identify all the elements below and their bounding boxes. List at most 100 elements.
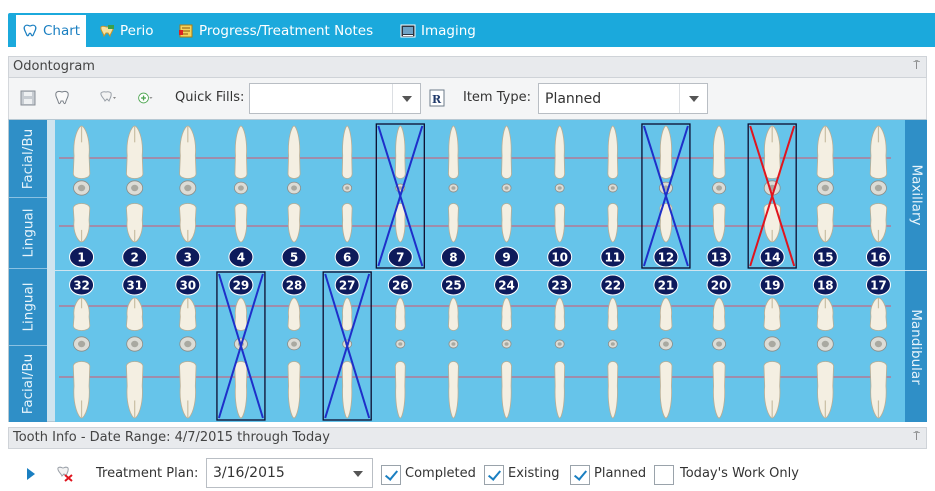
tooth-lower-31[interactable]: 31 — [122, 274, 148, 419]
completed-checkbox[interactable] — [381, 465, 401, 485]
tooth-shape — [554, 203, 566, 243]
occlusal-groove — [874, 184, 883, 192]
tooth-upper-15[interactable]: 15 — [812, 125, 838, 268]
tooth-shape — [234, 361, 248, 419]
tab-perio-label: Perio — [120, 23, 154, 39]
tooth-upper-4[interactable]: 4 — [228, 125, 254, 268]
tooth-number-label: 18 — [817, 279, 834, 293]
tooth-upper-3[interactable]: 3 — [175, 125, 201, 268]
tooth-lower-18[interactable]: 18 — [812, 274, 838, 419]
rx-icon[interactable]: R — [429, 89, 445, 107]
tooth-lower-21[interactable]: 21 — [653, 274, 679, 419]
item-type-select[interactable]: Planned — [538, 83, 708, 114]
occlusal-groove — [291, 185, 297, 191]
tooth-lower-27[interactable]: 27 — [322, 271, 372, 421]
tooth-shape — [501, 203, 512, 243]
side-label-upper-facial[interactable]: Facial/Bu — [9, 120, 47, 197]
tooth-shape — [234, 297, 248, 331]
tooth-number-label: 11 — [604, 251, 621, 265]
tooth-lower-22[interactable]: 22 — [600, 274, 626, 419]
pin-icon[interactable]: ⍑ — [913, 427, 920, 447]
tooth-shape — [448, 203, 459, 243]
occlusal-groove — [610, 342, 615, 346]
tooth-number-label: 20 — [711, 279, 728, 293]
tooth-lower-19[interactable]: 19 — [759, 274, 785, 419]
occlusal-groove — [557, 342, 562, 346]
occlusal-groove — [663, 341, 669, 347]
tooth-upper-7[interactable]: 7 — [375, 123, 425, 269]
chevron-down-icon[interactable] — [344, 459, 372, 487]
tooth-shape — [607, 203, 619, 243]
tooth-shape — [234, 125, 248, 179]
pin-icon[interactable]: ⍑ — [913, 56, 920, 76]
item-type-value: Planned — [545, 91, 602, 107]
tooth-shape — [394, 297, 406, 331]
tooth-lower-20[interactable]: 20 — [706, 274, 732, 419]
existing-checkbox[interactable] — [484, 465, 504, 485]
side-label-lower-lingual[interactable]: Lingual — [9, 269, 47, 345]
tooth-number-label: 17 — [870, 279, 887, 293]
tab-chart-label: Chart — [43, 23, 81, 39]
tooth-upper-12[interactable]: 12 — [641, 123, 691, 269]
tooth-number-label: 19 — [764, 279, 781, 293]
tooth-number-label: 3 — [184, 251, 192, 265]
tooth-lower-28[interactable]: 28 — [281, 274, 307, 419]
planned-checkbox[interactable] — [570, 465, 590, 485]
notes-icon — [179, 24, 193, 38]
todays-work-only-checkbox[interactable] — [654, 465, 674, 485]
tooth-shape — [341, 297, 353, 331]
save-icon[interactable] — [19, 89, 37, 107]
side-label-maxillary[interactable]: Maxillary — [905, 120, 927, 270]
tab-imaging[interactable]: Imaging — [400, 17, 476, 45]
tooth-lower-23[interactable]: 23 — [547, 274, 573, 419]
tab-perio[interactable]: Perio — [99, 17, 154, 45]
quick-fills-label: Quick Fills: — [175, 90, 245, 105]
tooth-upper-11[interactable]: 11 — [600, 125, 626, 268]
tooth-number-label: 4 — [237, 251, 245, 265]
tooth-lower-29[interactable]: 29 — [216, 271, 266, 421]
delete-icon[interactable] — [56, 466, 74, 482]
tooth-shape — [712, 203, 726, 243]
tooth-lower-17[interactable]: 17 — [865, 274, 891, 419]
occlusal-groove — [184, 340, 192, 348]
tooth-upper-10[interactable]: 10 — [547, 125, 573, 268]
treatment-plan-select[interactable]: 3/16/2015 — [206, 458, 373, 488]
tooth-dropdown-icon[interactable] — [99, 89, 117, 107]
tooth-upper-6[interactable]: 6 — [334, 125, 360, 268]
chevron-down-icon[interactable] — [392, 84, 420, 113]
tooth-number-label: 31 — [126, 279, 143, 293]
side-label-mandibular[interactable]: Mandibular — [905, 271, 927, 422]
side-label-upper-lingual[interactable]: Lingual — [9, 198, 47, 268]
tooth-upper-16[interactable]: 16 — [865, 125, 891, 268]
tooth-upper-5[interactable]: 5 — [281, 125, 307, 268]
tooth-number-label: 12 — [658, 251, 675, 265]
side-label-lower-facial[interactable]: Facial/Bu — [9, 346, 47, 422]
tab-chart[interactable]: Chart — [16, 15, 87, 47]
tooth-lower-30[interactable]: 30 — [175, 274, 201, 419]
tooth-upper-8[interactable]: 8 — [440, 125, 466, 268]
tooth-upper-9[interactable]: 9 — [494, 125, 520, 268]
quick-fills-select[interactable] — [249, 83, 421, 114]
tooth-upper-1[interactable]: 1 — [69, 125, 95, 268]
todays-work-only-label: Today's Work Only — [680, 466, 799, 481]
tooth-select-icon[interactable] — [53, 89, 71, 107]
tooth-upper-14[interactable]: 14 — [747, 123, 797, 269]
tooth-upper-2[interactable]: 2 — [122, 125, 148, 268]
tooth-lower-24[interactable]: 24 — [494, 274, 520, 419]
occlusal-groove — [557, 186, 562, 190]
occlusal-groove — [131, 184, 139, 192]
tooth-lower-26[interactable]: 26 — [387, 274, 413, 419]
occlusal-groove — [451, 186, 456, 190]
chevron-down-icon[interactable] — [679, 84, 707, 113]
tooth-lower-32[interactable]: 32 — [69, 274, 95, 419]
tooth-lower-25[interactable]: 25 — [440, 274, 466, 419]
play-icon[interactable] — [26, 467, 36, 481]
tooth-shape — [659, 297, 673, 331]
tooth-number-label: 9 — [502, 251, 510, 265]
tooth-upper-13[interactable]: 13 — [706, 125, 732, 268]
occlusal-groove — [291, 341, 297, 347]
add-icon[interactable] — [137, 89, 155, 107]
tab-progress-notes[interactable]: Progress/Treatment Notes — [178, 17, 373, 45]
occlusal-groove — [504, 342, 509, 346]
occlusal-groove — [184, 184, 192, 192]
